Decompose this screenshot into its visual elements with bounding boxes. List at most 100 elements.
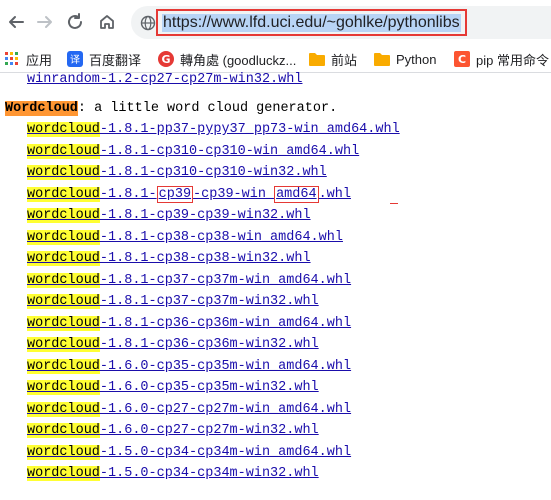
folder-icon [309,51,325,67]
file-suffix: ‑1.5.0‑cp34‑cp34m‑win_amd64.whl [99,445,352,460]
package-name: wordcloud [27,251,100,266]
file-suffix: ‑1.5.0‑cp34‑cp34m‑win32.whl [99,466,319,481]
download-link-row: wordcloud‑1.6.0‑cp27‑cp27m‑win_amd64.whl [27,401,351,419]
file-link[interactable]: wordcloud‑1.8.1‑cp310‑cp310‑win32.whl [27,165,327,180]
file-link[interactable]: wordcloud‑1.8.1‑cp36‑cp36m‑win_amd64.whl [27,316,351,331]
file-link[interactable]: wordcloud‑1.6.0‑cp35‑cp35m‑win32.whl [27,380,319,395]
package-name: wordcloud [27,466,100,481]
download-link-row: wordcloud‑1.8.1‑cp36‑cp36m‑win_amd64.whl [27,315,351,333]
package-name: wordcloud [27,316,100,331]
download-link-row: wordcloud‑1.8.1‑cp310‑cp310‑win_amd64.wh… [27,143,359,161]
download-link-row: wordcloud‑1.8.1‑cp37‑cp37m‑win32.whl [27,293,319,311]
package-name: wordcloud [27,230,100,245]
bookmark-goodluck[interactable]: G 轉角處 (goodluckz... [158,49,296,69]
download-link-row: wordcloud‑1.6.0‑cp35‑cp35m‑win32.whl [27,379,319,397]
download-link-row: wordcloud‑1.8.1‑cp39‑cp39‑win32.whl [27,207,311,225]
package-name: wordcloud [27,165,100,180]
file-suffix-part: ‑cp39‑win_ [193,187,275,202]
file-link[interactable]: wordcloud‑1.6.0‑cp27‑cp27m‑win32.whl [27,423,319,438]
file-link[interactable]: wordcloud‑1.8.1‑pp37‑pypy37_pp73‑win_amd… [27,122,400,137]
file-suffix: ‑1.6.0‑cp35‑cp35m‑win_amd64.whl [99,359,352,374]
g-logo-icon: G [158,51,174,67]
package-name: wordcloud [27,187,100,202]
file-suffix: ‑1.6.0‑cp27‑cp27m‑win32.whl [99,423,319,438]
package-name: wordcloud [27,122,100,137]
amd64-annotation-box: amd64 [274,186,319,203]
download-link-row: winrandom‑1.2‑cp27‑cp27m‑win32.whl [27,72,302,89]
file-suffix: ‑1.8.1‑cp310‑cp310‑win_amd64.whl [99,144,360,159]
file-suffix: ‑1.8.1‑cp36‑cp36m‑win_amd64.whl [99,316,352,331]
package-name: wordcloud [27,445,100,460]
svg-text:G: G [161,53,170,66]
folder-icon [374,51,390,67]
file-suffix: ‑1.8.1‑cp310‑cp310‑win32.whl [99,165,327,180]
site-info-icon[interactable] [139,14,157,32]
bookmark-folder-python[interactable]: Python [374,49,436,69]
file-link[interactable]: wordcloud‑1.8.1‑cp36‑cp36m‑win32.whl [27,337,319,352]
reload-icon[interactable] [61,8,89,36]
bookmark-apps[interactable]: 应用 [4,49,52,69]
download-link-row: wordcloud‑1.8.1‑pp37‑pypy37_pp73‑win_amd… [27,121,400,139]
file-link[interactable]: wordcloud‑1.8.1‑cp38‑cp38‑win32.whl [27,251,311,266]
download-link-row: wordcloud‑1.5.0‑cp34‑cp34m‑win_amd64.whl [27,444,351,462]
file-link[interactable]: wordcloud‑1.8.1‑cp37‑cp37m‑win32.whl [27,294,319,309]
section-name: Wordcloud [5,101,78,116]
file-link[interactable]: wordcloud‑1.6.0‑cp27‑cp27m‑win_amd64.whl [27,402,351,417]
file-link[interactable]: wordcloud‑1.5.0‑cp34‑cp34m‑win_amd64.whl [27,445,351,460]
download-link-row: wordcloud‑1.8.1‑cp36‑cp36m‑win32.whl [27,336,319,354]
home-icon[interactable] [93,8,121,36]
url-text[interactable]: https://www.lfd.uci.edu/~gohlke/pythonli… [162,13,461,32]
file-suffix: ‑1.8.1‑cp37‑cp37m‑win_amd64.whl [99,273,352,288]
file-suffix: ‑1.8.1‑cp39‑cp39‑win32.whl [99,208,311,223]
file-suffix: ‑1.8.1‑pp37‑pypy37_pp73‑win_amd64.whl [99,122,400,137]
address-bar[interactable]: https://www.lfd.uci.edu/~gohlke/pythonli… [131,6,551,39]
file-link[interactable]: wordcloud‑1.8.1‑cp38‑cp38‑win_amd64.whl [27,230,343,245]
cp39-annotation-box: cp39 [156,186,194,203]
translate-icon: 译 [67,51,83,67]
file-suffix: ‑1.6.0‑cp27‑cp27m‑win_amd64.whl [99,402,352,417]
bookmark-folder-front[interactable]: 前站 [309,49,357,69]
package-name: wordcloud [27,380,100,395]
file-link[interactable]: winrandom‑1.2‑cp27‑cp27m‑win32.whl [27,72,302,87]
file-link[interactable]: wordcloud‑1.8.1‑cp310‑cp310‑win_amd64.wh… [27,144,359,159]
file-link[interactable]: wordcloud‑1.6.0‑cp35‑cp35m‑win_amd64.whl [27,359,351,374]
package-name: wordcloud [27,294,100,309]
bookmark-label: 应用 [26,52,53,68]
bookmark-label: 前站 [331,52,358,68]
package-name: wordcloud [27,144,100,159]
section-description: : a little word cloud generator. [77,101,338,116]
file-link[interactable]: wordcloud‑1.5.0‑cp34‑cp34m‑win32.whl [27,466,319,481]
bookmark-pip-commands[interactable]: C pip 常用命令 [454,49,549,69]
package-name: wordcloud [27,359,100,374]
file-link[interactable]: wordcloud‑1.8.1‑cp39‑cp39‑win32.whl [27,208,311,223]
back-arrow-icon[interactable] [2,8,30,36]
file-suffix: ‑1.6.0‑cp35‑cp35m‑win32.whl [99,380,319,395]
bookmark-label: 轉角處 (goodluckz... [180,52,297,68]
download-link-row: wordcloud‑1.8.1‑cp37‑cp37m‑win_amd64.whl [27,272,351,290]
file-link[interactable]: wordcloud‑1.8.1‑cp37‑cp37m‑win_amd64.whl [27,273,351,288]
file-suffix: ‑1.8.1‑cp38‑cp38‑win_amd64.whl [99,230,343,245]
url-highlight-box: https://www.lfd.uci.edu/~gohlke/pythonli… [156,9,467,36]
package-name: wordcloud [27,273,100,288]
file-suffix-part: .whl [318,187,351,202]
file-suffix: ‑1.8.1‑cp38‑cp38‑win32.whl [99,251,311,266]
download-link-row: wordcloud‑1.5.0‑cp34‑cp34m‑win32.whl [27,465,319,483]
file-suffix: ‑1.8.1‑cp36‑cp36m‑win32.whl [99,337,319,352]
bookmark-baidu-translate[interactable]: 译 百度翻译 [67,49,141,69]
package-name: wordcloud [27,402,100,417]
svg-text:C: C [458,53,466,66]
package-name: wordcloud [27,208,100,223]
file-suffix-part: ‑1.8.1‑ [99,187,157,202]
bookmark-label: pip 常用命令 [476,52,549,68]
section-header: Wordcloud: a little word cloud generator… [5,100,337,118]
download-link-row: wordcloud‑1.6.0‑cp35‑cp35m‑win_amd64.whl [27,358,351,376]
package-name: wordcloud [27,423,100,438]
apps-grid-icon [4,51,20,67]
browser-toolbar: https://www.lfd.uci.edu/~gohlke/pythonli… [0,0,551,45]
bookmarks-bar: 应用 译 百度翻译 G 轉角處 (goodluckz... 前站 Python … [0,45,551,73]
bookmark-label: Python [396,51,437,67]
download-link-row: wordcloud‑1.8.1‑cp38‑cp38‑win32.whl [27,250,311,268]
page-content: winrandom‑1.2‑cp27‑cp27m‑win32.whl Wordc… [0,72,551,500]
forward-arrow-icon[interactable] [31,8,59,36]
file-link[interactable]: wordcloud‑1.8.1‑ cp39 ‑cp39‑win_ amd64 .whl [27,186,351,203]
